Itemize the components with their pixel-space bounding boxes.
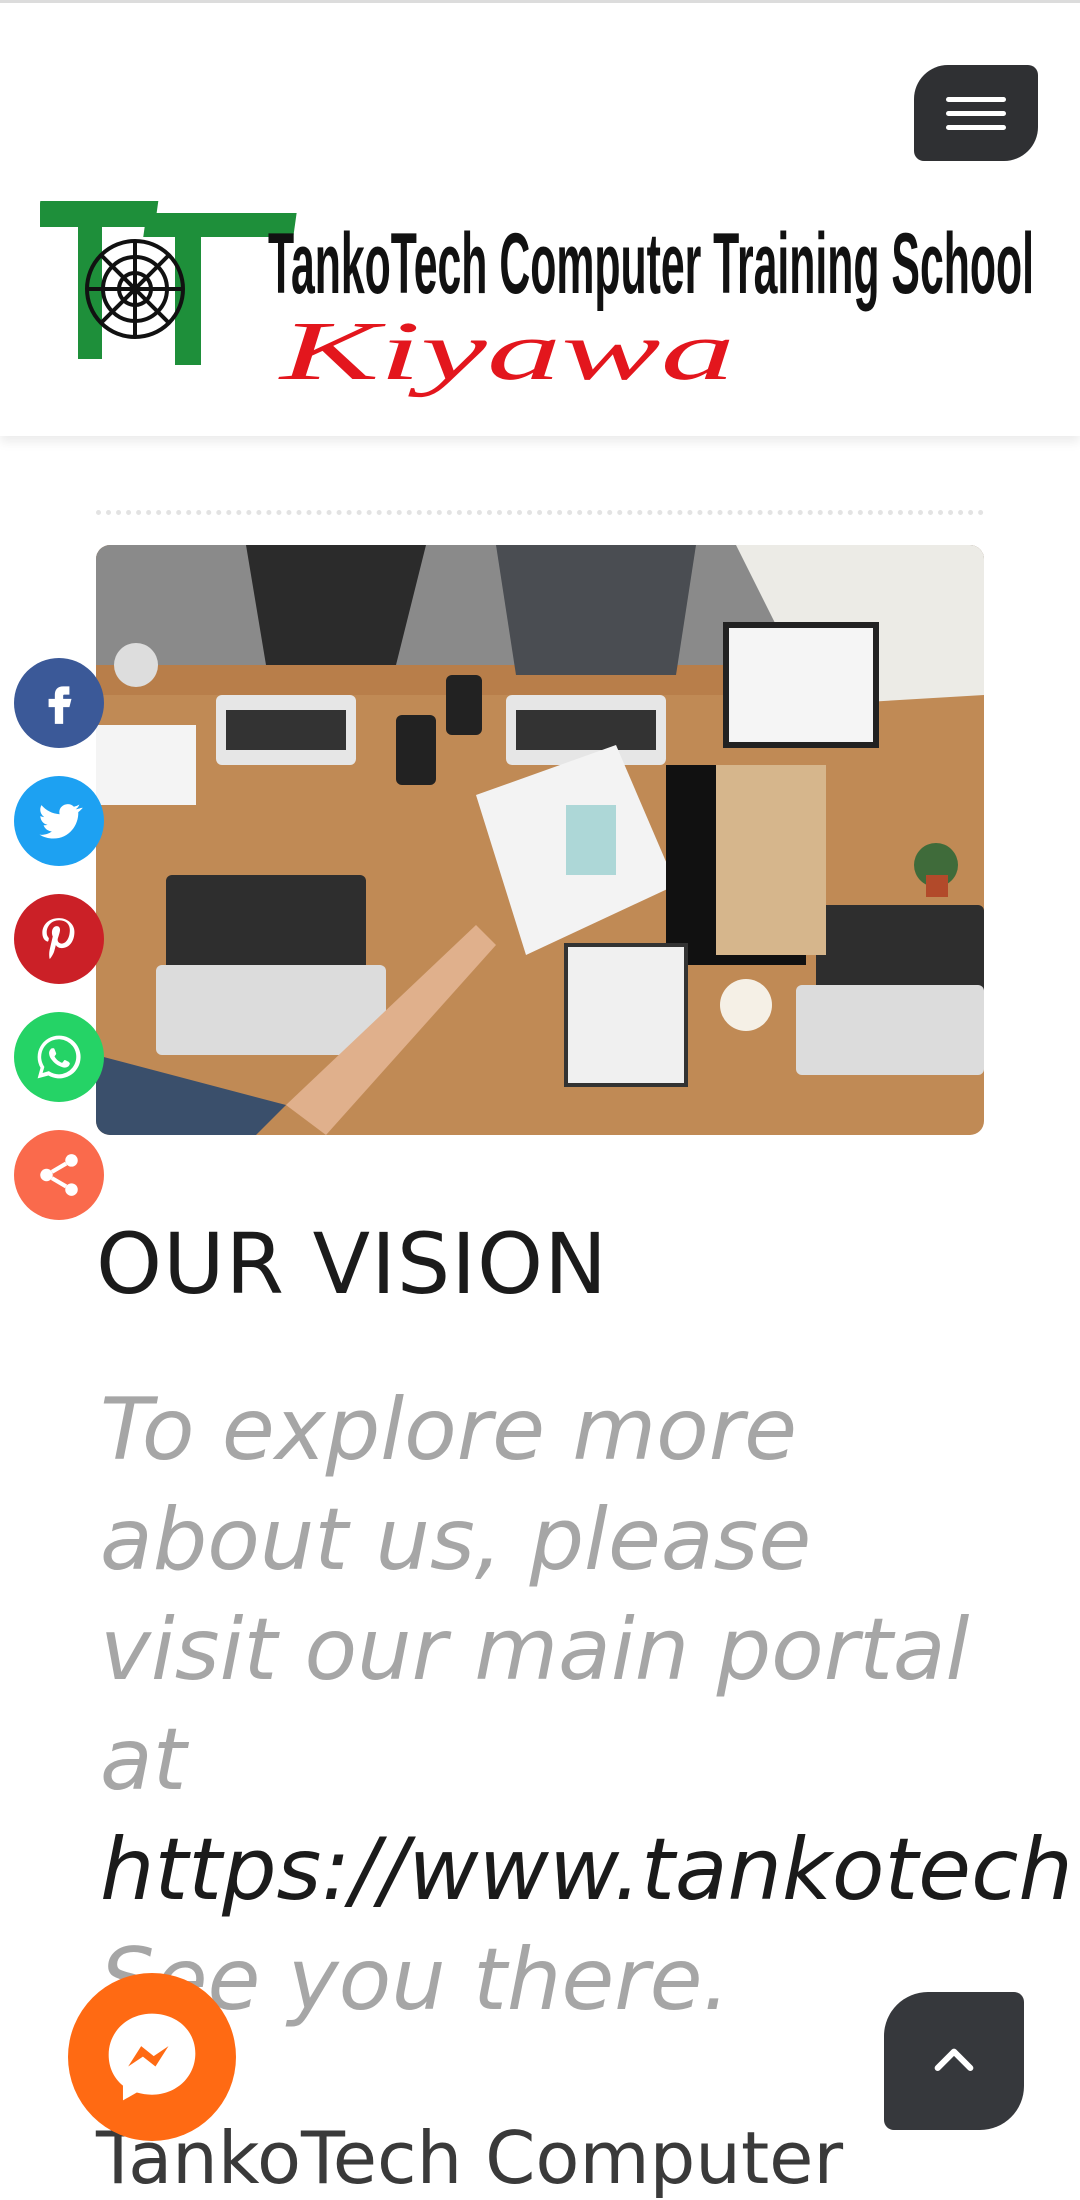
messenger-icon <box>108 2013 196 2101</box>
messenger-chat-button[interactable] <box>68 1973 236 2141</box>
vision-line: at <box>100 1710 187 1810</box>
section-divider <box>96 510 984 515</box>
twitter-share-button[interactable] <box>14 776 104 866</box>
vision-heading: OUR VISION <box>96 1215 608 1313</box>
chevron-up-icon <box>934 2048 974 2072</box>
portal-link[interactable]: https://www.tankotech <box>100 1815 1080 1925</box>
facebook-icon <box>48 686 72 724</box>
hamburger-line <box>946 125 1006 130</box>
logo-graphic: TankoTech Computer Training School Kiyaw… <box>36 201 1034 398</box>
site-header: TankoTech Computer Training School Kiyaw… <box>0 0 1080 436</box>
office-team-laptops-photo <box>96 545 984 1135</box>
whatsapp-icon <box>37 1035 81 1079</box>
logo-title: TankoTech Computer Training School <box>268 216 1034 312</box>
vision-line: about us, please <box>100 1490 812 1590</box>
hamburger-line <box>946 111 1006 116</box>
logo-mark <box>36 201 297 365</box>
vision-paragraph: To explore more about us, please visit o… <box>100 1375 1080 2035</box>
footer-brand-text: TankoTech Computer <box>96 2116 844 2200</box>
share-button[interactable] <box>14 1130 104 1220</box>
hero-image <box>96 545 984 1135</box>
twitter-icon <box>39 804 83 839</box>
hamburger-menu-icon <box>946 97 1006 102</box>
pinterest-share-button[interactable] <box>14 894 104 984</box>
whatsapp-share-button[interactable] <box>14 1012 104 1102</box>
site-logo[interactable]: TankoTech Computer Training School Kiyaw… <box>36 189 1040 399</box>
menu-toggle-button[interactable] <box>914 65 1038 161</box>
vision-line: To explore more <box>100 1380 798 1480</box>
logo-subtitle: Kiyawa <box>278 305 735 398</box>
vision-line: visit our main portal <box>100 1600 970 1700</box>
share-icon <box>40 1154 78 1196</box>
pinterest-icon <box>42 918 75 959</box>
back-to-top-button[interactable] <box>884 1992 1024 2130</box>
facebook-share-button[interactable] <box>14 658 104 748</box>
